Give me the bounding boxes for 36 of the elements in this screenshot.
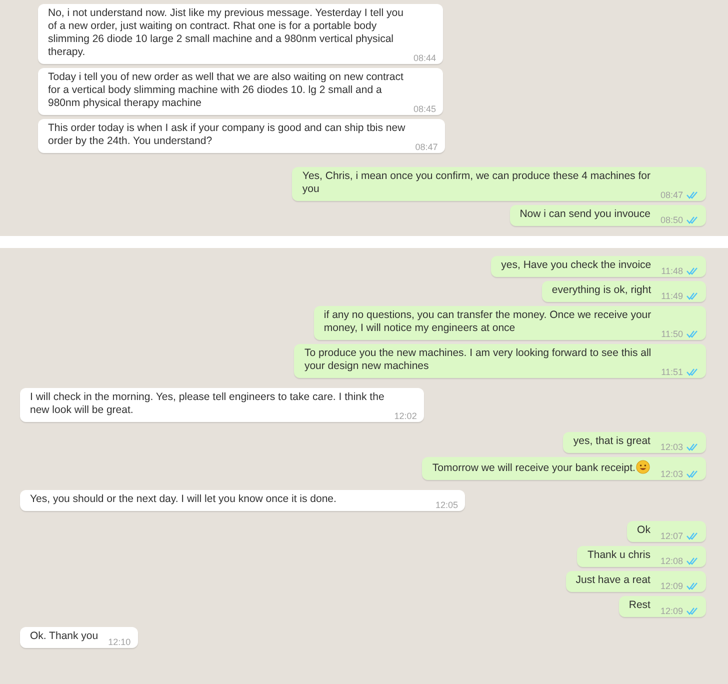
message-text: if any no questions, you can transfer the money. Once we receive your money, I will notice my engineers at once xyxy=(324,309,652,336)
message-text: To produce you the new machines. I am very looking forward to see this all your design new machines xyxy=(304,347,652,374)
message-time: 12:09 xyxy=(660,606,683,616)
message-time: 11:49 xyxy=(661,291,683,301)
message-time: 12:03 xyxy=(660,442,683,452)
message-text: Just have a reat xyxy=(576,574,650,588)
message-time: 12:03 xyxy=(660,469,683,479)
message-time: 12:07 xyxy=(660,531,683,541)
message-text: I will check in the morning. Yes, please tell engineers to take care. I think the new look will be great. xyxy=(30,391,384,418)
message-text: Yes, Chris, i mean once you confirm, we can produce these 4 machines for you xyxy=(302,170,650,197)
message-text: Today i tell you of new order as well that we are also waiting on new contract for a vertical body slimming machine with 26 diodes 10. lg 2 small and a 980nm physical therapy machine xyxy=(48,71,404,111)
message-time: 12:08 xyxy=(660,556,683,566)
message-time: 11:51 xyxy=(661,367,683,377)
message-text: Tomorrow we will receive your bank receipt. xyxy=(432,460,650,478)
message-text: yes, that is great xyxy=(573,435,650,449)
message-text: Now i can send you invouce xyxy=(520,208,650,222)
message-text: This order today is when I ask if your company is good and can ship tbis new order by the 24th. You understand? xyxy=(48,122,406,149)
message-text: Thank u chris xyxy=(587,549,650,563)
message-time: 12:10 xyxy=(108,637,131,647)
message-time: 08:44 xyxy=(413,53,436,63)
message-text: yes, Have you check the invoice xyxy=(501,259,652,273)
message-text: Rest xyxy=(628,599,650,613)
message-time: 08:47 xyxy=(415,142,438,152)
message-time: 12:02 xyxy=(394,411,417,421)
message-time: 08:50 xyxy=(660,215,683,225)
message-time: 08:47 xyxy=(660,190,683,200)
message-text: Ok xyxy=(637,524,650,538)
message-text: No, i not understand now. Jist like my previous message. Yesterday I tell you of a new order, just waiting on contract. Rhat one is for a portable body slimming 26 diode 10 large 2 small machine and a 980nm vertical physical therapy. xyxy=(48,7,404,60)
message-text: everything is ok, right xyxy=(552,284,652,298)
message-time: 11:48 xyxy=(661,266,683,276)
message-time: 12:05 xyxy=(435,500,458,510)
message-time: 11:50 xyxy=(661,329,683,339)
message-text: Ok. Thank you xyxy=(30,630,98,644)
message-text: Yes, you should or the next day. I will let you know once it is done. xyxy=(30,493,336,507)
message-time: 12:09 xyxy=(660,581,683,591)
message-time: 08:45 xyxy=(413,104,436,114)
